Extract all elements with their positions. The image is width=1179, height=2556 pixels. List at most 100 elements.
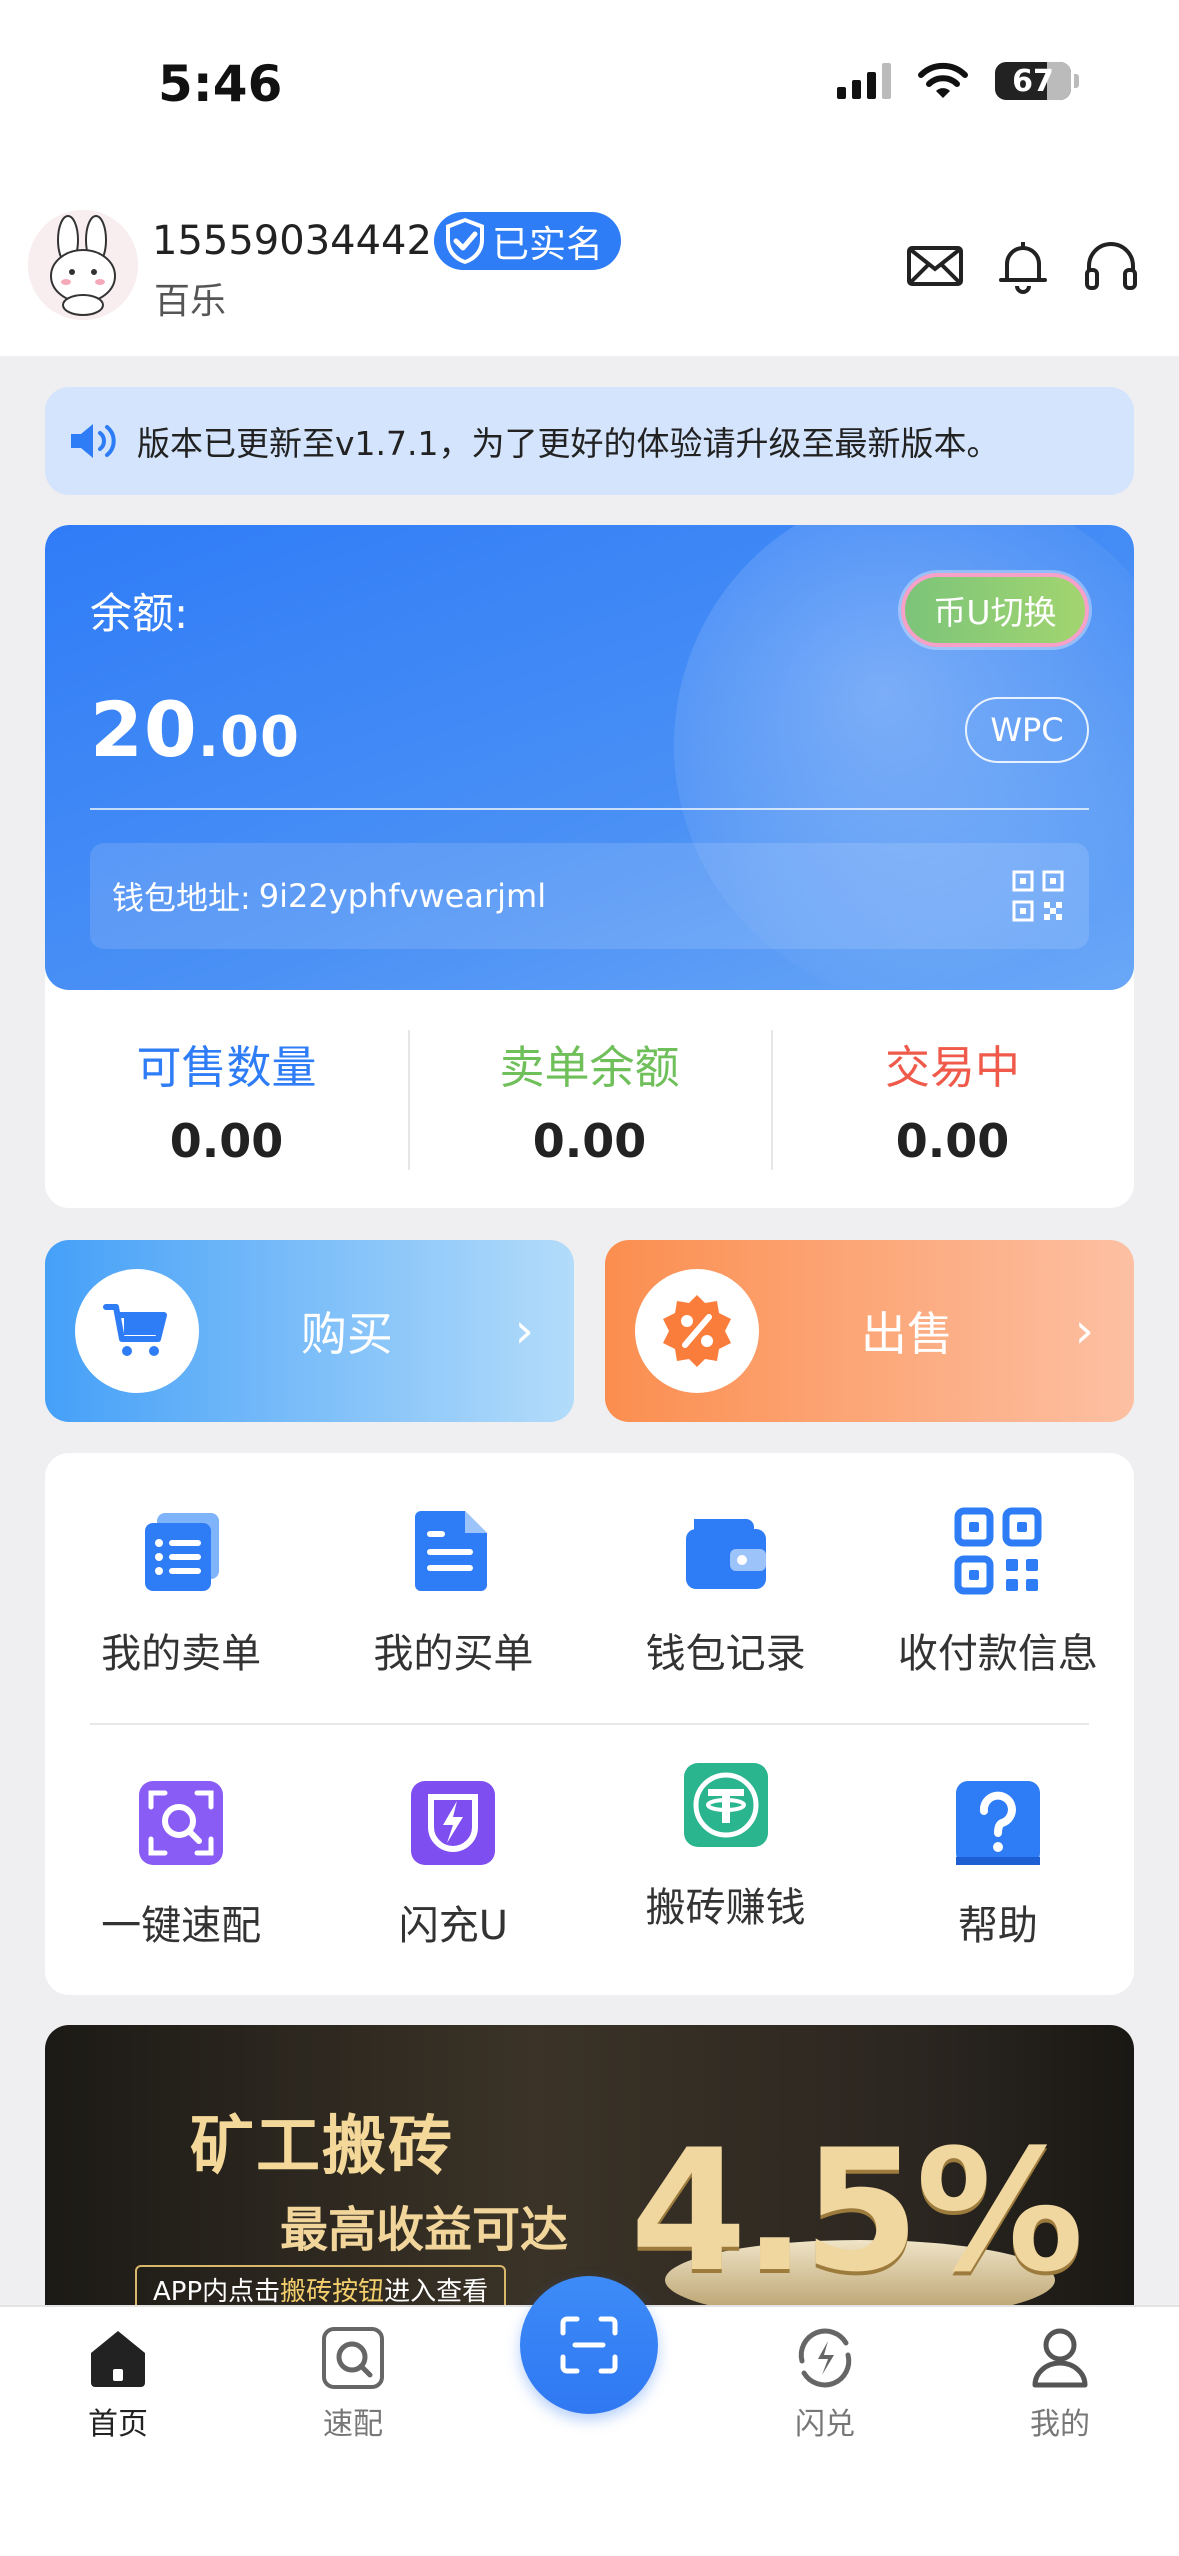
chevron-right-icon: › bbox=[1074, 1303, 1094, 1359]
verified-badge: 已实名 bbox=[433, 212, 621, 270]
feature-grid: 我的卖单 我的买单 钱包记录 收付款信息 一键速配 闪充U 搬砖赚钱 帮助 bbox=[45, 1453, 1134, 1995]
status-time: 5:46 bbox=[158, 55, 283, 113]
banner-percent: 4.5% bbox=[630, 2113, 1084, 2305]
cart-icon bbox=[103, 1304, 167, 1356]
feature-row-1: 我的卖单 我的买单 钱包记录 收付款信息 bbox=[45, 1453, 1134, 1723]
tab-home[interactable]: 首页 bbox=[48, 2325, 188, 2443]
flash-charge-icon bbox=[411, 1781, 496, 1865]
grid-item-payment-info[interactable]: 收付款信息 bbox=[862, 1453, 1134, 1723]
sell-label: 出售 bbox=[860, 1307, 953, 1361]
bunny-avatar-icon bbox=[28, 210, 138, 320]
quick-match-icon bbox=[139, 1781, 224, 1865]
scan-icon bbox=[560, 2316, 618, 2374]
status-icons: 67 bbox=[837, 62, 1079, 100]
scan-button[interactable] bbox=[520, 2276, 658, 2414]
tab-label: 首页 bbox=[88, 2407, 148, 2442]
stat-label: 交易中 bbox=[884, 1040, 1020, 1094]
tab-label: 我的 bbox=[1030, 2407, 1090, 2442]
banner-title: 矿工搬砖 bbox=[190, 2110, 454, 2184]
balance-integer: 20 bbox=[90, 685, 198, 774]
discount-badge-icon bbox=[663, 1295, 731, 1367]
balance-value: 20.00 bbox=[90, 685, 300, 774]
grid-label: 搬砖赚钱 bbox=[645, 1885, 806, 1931]
address-label: 钱包地址: bbox=[112, 879, 251, 917]
grid-label: 一键速配 bbox=[101, 1903, 262, 1949]
address-value: 9i22yphfvwearjml bbox=[258, 877, 547, 915]
sell-orders-icon bbox=[145, 1513, 220, 1591]
balance-panel: 余额: 币U切换 20.00 WPC 钱包地址: 9i22yphfvwearjm… bbox=[45, 525, 1134, 1005]
grid-item-wallet-record[interactable]: 钱包记录 bbox=[590, 1453, 862, 1723]
buy-orders-icon bbox=[415, 1511, 488, 1591]
note-prefix: APP内点击 bbox=[153, 2277, 281, 2305]
tether-icon bbox=[683, 1763, 768, 1847]
buy-label: 购买 bbox=[300, 1307, 393, 1361]
user-subname: 百乐 bbox=[154, 281, 227, 322]
tab-match[interactable]: 速配 bbox=[283, 2325, 423, 2443]
buy-button[interactable]: 购买 › bbox=[45, 1240, 574, 1422]
note-suffix: 进入查看 bbox=[384, 2277, 489, 2305]
grid-item-help[interactable]: 帮助 bbox=[862, 1725, 1134, 1995]
tab-label: 闪兑 bbox=[795, 2407, 855, 2442]
note-highlight: 搬砖按钮 bbox=[280, 2277, 385, 2305]
grid-label: 钱包记录 bbox=[645, 1631, 806, 1677]
stat-sell-balance[interactable]: 卖单余额 0.00 bbox=[408, 990, 771, 1208]
avatar[interactable] bbox=[28, 210, 138, 320]
grid-item-buy-orders[interactable]: 我的买单 bbox=[317, 1453, 589, 1723]
exchange-icon bbox=[798, 2328, 852, 2388]
bell-icon[interactable] bbox=[993, 236, 1053, 296]
user-phone: 15559034442 已实名 bbox=[152, 212, 621, 270]
profile-icon bbox=[1032, 2328, 1088, 2388]
balance-divider bbox=[90, 808, 1089, 810]
shield-check-icon bbox=[445, 218, 484, 264]
qr-code-icon[interactable] bbox=[1011, 869, 1065, 923]
home-icon bbox=[91, 2331, 145, 2387]
stat-label: 卖单余额 bbox=[499, 1040, 680, 1094]
headset-icon[interactable] bbox=[1081, 236, 1141, 296]
grid-item-flash-charge[interactable]: 闪充U bbox=[317, 1725, 589, 1995]
chevron-right-icon: › bbox=[514, 1303, 534, 1359]
banner-subtitle: 最高收益可达 bbox=[280, 2202, 569, 2258]
currency-badge[interactable]: WPC bbox=[965, 697, 1089, 763]
banner-note: APP内点击搬砖按钮进入查看 bbox=[135, 2265, 507, 2305]
battery-level: 67 bbox=[1012, 63, 1054, 99]
notice-text: 版本已更新至v1.7.1，为了更好的体验请升级至最新版本。 bbox=[137, 424, 1000, 463]
help-icon bbox=[955, 1781, 1040, 1865]
balance-decimal: .00 bbox=[197, 705, 300, 770]
stat-value: 0.00 bbox=[169, 1113, 284, 1168]
balance-label: 余额: bbox=[90, 589, 189, 638]
wallet-address-row[interactable]: 钱包地址: 9i22yphfvwearjml bbox=[90, 843, 1089, 949]
stat-label: 可售数量 bbox=[136, 1040, 317, 1094]
stats-row: 可售数量 0.00 卖单余额 0.00 交易中 0.00 bbox=[45, 990, 1134, 1208]
mail-icon[interactable] bbox=[905, 236, 965, 296]
feature-row-2: 一键速配 闪充U 搬砖赚钱 帮助 bbox=[45, 1725, 1134, 1995]
grid-label: 我的卖单 bbox=[101, 1631, 262, 1677]
wallet-record-icon bbox=[685, 1519, 766, 1589]
battery-icon: 67 bbox=[995, 62, 1071, 100]
grid-item-sell-orders[interactable]: 我的卖单 bbox=[45, 1453, 317, 1723]
tab-label: 速配 bbox=[323, 2407, 383, 2442]
tab-exchange[interactable]: 闪兑 bbox=[755, 2325, 895, 2443]
update-notice[interactable]: 版本已更新至v1.7.1，为了更好的体验请升级至最新版本。 bbox=[45, 387, 1134, 495]
header-actions bbox=[905, 236, 1141, 296]
currency-switch-button[interactable]: 币U切换 bbox=[901, 573, 1089, 647]
grid-label: 闪充U bbox=[398, 1903, 509, 1949]
stat-value: 0.00 bbox=[532, 1113, 647, 1168]
signal-icon bbox=[837, 63, 891, 99]
grid-item-quick-match[interactable]: 一键速配 bbox=[45, 1725, 317, 1995]
payment-qr-icon bbox=[954, 1507, 1042, 1595]
match-icon bbox=[322, 2327, 384, 2389]
promo-banner[interactable]: 矿工搬砖 最高收益可达 4.5% APP内点击搬砖按钮进入查看 bbox=[45, 2025, 1134, 2305]
speaker-icon bbox=[71, 424, 116, 458]
verified-label: 已实名 bbox=[491, 223, 603, 266]
wifi-icon bbox=[918, 62, 968, 98]
grid-label: 我的买单 bbox=[373, 1631, 534, 1677]
tab-profile[interactable]: 我的 bbox=[990, 2325, 1130, 2443]
stat-sellable[interactable]: 可售数量 0.00 bbox=[45, 990, 408, 1208]
wallet-card: 余额: 币U切换 20.00 WPC 钱包地址: 9i22yphfvwearjm… bbox=[45, 525, 1134, 1208]
grid-item-brick-earn[interactable]: 搬砖赚钱 bbox=[590, 1725, 862, 1995]
stat-trading[interactable]: 交易中 0.00 bbox=[771, 990, 1134, 1208]
stat-value: 0.00 bbox=[895, 1113, 1010, 1168]
grid-label: 帮助 bbox=[957, 1903, 1038, 1949]
grid-label: 收付款信息 bbox=[897, 1631, 1098, 1677]
sell-button[interactable]: 出售 › bbox=[605, 1240, 1134, 1422]
